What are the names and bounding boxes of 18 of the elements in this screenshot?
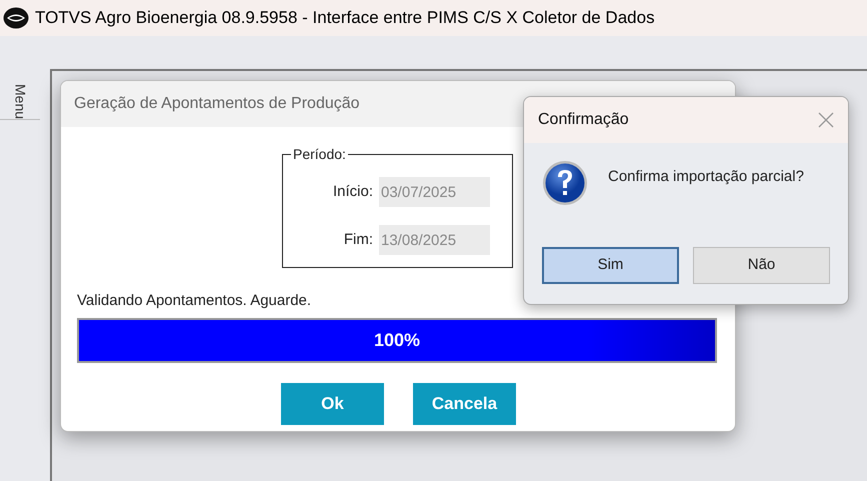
menu-tab[interactable]: Menu [0, 84, 40, 120]
start-date-field[interactable]: 03/07/2025 [379, 177, 490, 207]
dialog-title: Confirmação [538, 110, 629, 130]
progress-reading: 100% [374, 329, 420, 352]
dialog-button[interactable]: Sim [542, 247, 679, 284]
start-label: Início: [332, 182, 373, 202]
app-logo-icon [3, 7, 29, 29]
dialog-button[interactable]: Cancela [413, 383, 516, 425]
end-date-field[interactable]: 13/08/2025 [379, 225, 490, 255]
dialog-title: Geração de Apontamentos de Produção [74, 94, 360, 114]
window-title: TOTVS Agro Bioenergia 08.9.5958 - Interface entre PIMS C/S X Coletor de Dados [35, 7, 655, 30]
question-icon [542, 160, 588, 206]
close-icon[interactable] [818, 112, 834, 128]
confirm-message: Confirma importação parcial? [608, 167, 804, 187]
end-label: Fim: [342, 230, 373, 250]
status-text: Validando Apontamentos. Aguarde. [77, 292, 312, 310]
dialog-button[interactable]: Não [693, 247, 830, 284]
dialog-button[interactable]: Ok [281, 383, 384, 425]
